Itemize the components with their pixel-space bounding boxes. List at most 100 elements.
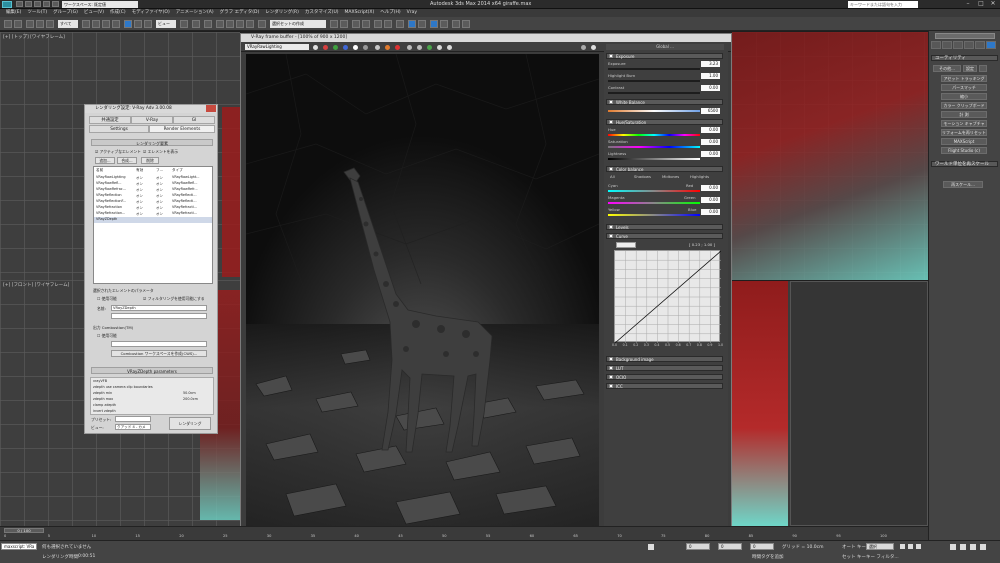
coord-y-field[interactable]: 0 (718, 543, 742, 550)
hierarchy-tab-icon[interactable] (953, 41, 963, 49)
menu-item-10[interactable]: MAXScript(X) (345, 9, 375, 17)
timeline[interactable]: 0 / 100 0 5 10 15 20 25 30 35 40 45 50 55 60 65 70 75 80… (0, 526, 928, 540)
vfb-green-channel-icon[interactable] (333, 45, 338, 50)
close-icon[interactable]: ✕ (987, 0, 999, 8)
cb-option-all[interactable]: All (610, 174, 615, 179)
cyan-red-value[interactable]: 0.00 (701, 185, 720, 191)
vfb-save-icon[interactable] (375, 45, 380, 50)
prev-key-icon[interactable] (900, 544, 905, 549)
combustion-enable-checkbox[interactable]: ☐ 使用可能 (97, 333, 117, 339)
percent-snap-icon[interactable] (236, 20, 244, 28)
white-balance-checkbox[interactable] (609, 100, 613, 104)
tab-settings[interactable]: Settings (89, 125, 149, 133)
exposure-slider[interactable] (608, 68, 700, 70)
white-balance-rollout[interactable]: White Balance (606, 99, 723, 105)
viewport-camera[interactable] (732, 281, 928, 526)
graphite-ribbon-icon[interactable] (362, 20, 370, 28)
vfb-duplicate-icon[interactable] (407, 45, 412, 50)
display-elements-checkbox[interactable]: ☑ エレメントを表示 (143, 149, 178, 155)
display-tab-icon[interactable] (975, 41, 985, 49)
lightness-value[interactable]: 0.00 (701, 151, 720, 157)
lock-selection-icon[interactable] (648, 544, 654, 550)
cb-option-shadows[interactable]: Shadows (634, 174, 651, 179)
app-icon[interactable] (2, 1, 12, 8)
keyboard-shortcut-icon[interactable] (204, 20, 212, 28)
redo-button[interactable] (14, 20, 22, 28)
menu-item-8[interactable]: レンダリング(R) (265, 9, 299, 17)
save-file-icon[interactable] (34, 1, 41, 7)
yellow-blue-slider[interactable] (608, 214, 700, 216)
open-file-icon[interactable] (25, 1, 32, 7)
vfb-alpha-icon[interactable] (353, 45, 358, 50)
select-move-icon[interactable] (124, 20, 132, 28)
vfb-clear-icon[interactable] (395, 45, 400, 50)
color-balance-checkbox[interactable] (609, 167, 613, 171)
zdepth-param-value[interactable]: 200.0cm (183, 397, 198, 401)
create-tab-icon[interactable] (931, 41, 941, 49)
pan-icon[interactable] (970, 544, 976, 550)
select-scale-icon[interactable] (144, 20, 152, 28)
ocio-rollout[interactable]: OCIO (606, 374, 723, 380)
vfb-load-icon[interactable] (385, 45, 390, 50)
add-time-tag[interactable]: 時間タグを追加 (752, 554, 784, 560)
menu-item-7[interactable]: グラフ エディタ(D) (220, 9, 260, 17)
layer-manager-icon[interactable] (352, 20, 360, 28)
vray-toolbar-icon[interactable] (462, 20, 470, 28)
coord-x-field[interactable]: 0 (686, 543, 710, 550)
snaps-toggle-icon[interactable] (216, 20, 224, 28)
new-file-icon[interactable] (16, 1, 23, 7)
menu-item-3[interactable]: ビュー(V) (84, 9, 104, 17)
zoom-all-icon[interactable] (960, 544, 966, 550)
menu-item-11[interactable]: ヘルプ(H) (380, 9, 400, 17)
unlink-icon[interactable] (36, 20, 44, 28)
ocio-checkbox[interactable] (609, 375, 613, 379)
edit-named-sets-icon[interactable] (258, 20, 266, 28)
add-element-button[interactable]: 追加... (95, 157, 115, 164)
select-manipulate-icon[interactable] (192, 20, 200, 28)
list-header[interactable]: 名前 (96, 168, 103, 173)
zoom-icon[interactable] (950, 544, 956, 550)
icc-rollout[interactable]: ICC (606, 383, 723, 389)
levels-rollout[interactable]: Levels (606, 224, 723, 230)
reference-coord-dropdown[interactable]: ビュー (156, 20, 176, 28)
vfb-blue-channel-icon[interactable] (343, 45, 348, 50)
utilities-tab-icon[interactable] (986, 41, 996, 49)
preset-dropdown[interactable] (115, 416, 151, 422)
hue-value[interactable]: 0.00 (701, 127, 720, 133)
utility-button-4[interactable]: 計 測 (941, 111, 987, 118)
curve-editor-icon[interactable] (374, 20, 382, 28)
cb-option-highlights[interactable]: Highlights (690, 174, 709, 179)
menu-item-4[interactable]: 作成(C) (110, 9, 126, 17)
highlight-burn-slider[interactable] (608, 80, 700, 82)
background-image-checkbox[interactable] (609, 357, 613, 361)
set-key-button[interactable]: セット キー (842, 554, 866, 560)
vfb-channel-dropdown[interactable]: VRayRawLighting (245, 44, 309, 50)
element-name-field[interactable]: VRayZDepth (111, 305, 207, 311)
modify-tab-icon[interactable] (942, 41, 952, 49)
link-icon[interactable] (26, 20, 34, 28)
background-image-rollout[interactable]: Background image (606, 356, 723, 362)
next-key-icon[interactable] (916, 544, 921, 549)
list-item[interactable]: VRayZDepth (94, 217, 212, 223)
vfb-lock-icon[interactable] (437, 45, 442, 50)
rendered-frame-window-icon[interactable] (418, 20, 426, 28)
utility-button-8[interactable]: Flight Studio (c) (941, 147, 987, 154)
utility-button-6[interactable]: リフォームを再リセット (941, 129, 987, 136)
render-production-icon[interactable] (430, 20, 438, 28)
list-header[interactable]: フ... (156, 168, 163, 173)
vfb-settings-icon[interactable] (581, 45, 586, 50)
combustion-path-field[interactable] (111, 341, 207, 347)
select-rotate-icon[interactable] (134, 20, 142, 28)
vfb-region-icon[interactable] (427, 45, 432, 50)
utility-button-5[interactable]: モーション キャプチャ (941, 120, 987, 127)
utility-button-2[interactable]: 縮小 (941, 93, 987, 100)
rect-selection-icon[interactable] (102, 20, 110, 28)
curve-checkbox[interactable] (609, 234, 613, 238)
hue-slider[interactable] (608, 134, 700, 136)
menu-item-9[interactable]: カスタマイズ(U) (305, 9, 339, 17)
align-icon[interactable] (340, 20, 348, 28)
spinner-snap-icon[interactable] (246, 20, 254, 28)
create-combustion-workspace-button[interactable]: Combustion ワークスペースを作成(CWS)... (111, 350, 207, 357)
tab-gi[interactable]: GI (173, 116, 215, 124)
contrast-slider[interactable] (608, 92, 700, 94)
